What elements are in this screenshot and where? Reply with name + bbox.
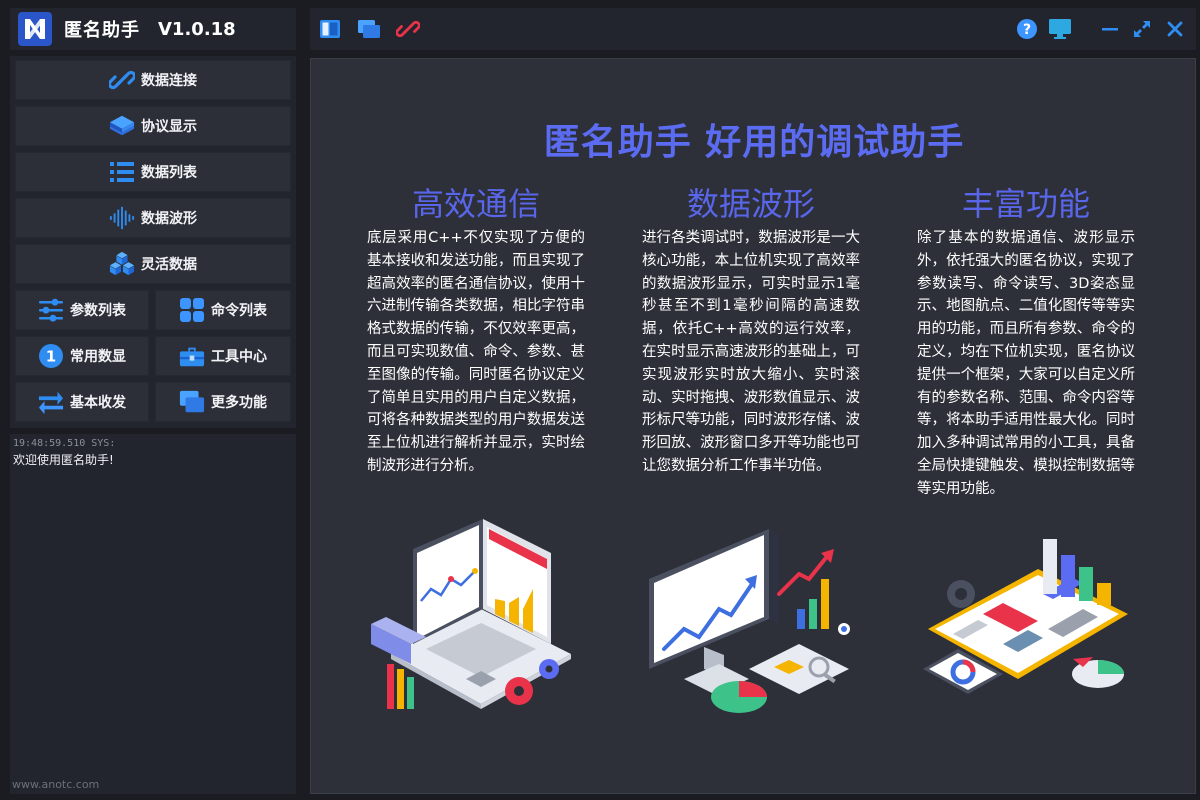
feature-column-waveform: 数据波形 进行各类调试时，数据波形是一大核心功能，本上位机实现了高效率的数据波形… xyxy=(642,179,860,478)
nav-param-list-label: 参数列表 xyxy=(70,303,126,319)
laptop-charts-illustration xyxy=(371,519,571,709)
nav-panel: 数据连接 协议显示 数据列表 数据波形 灵活数据 参数列表 命令列表 1 常用数… xyxy=(10,56,296,428)
link-icon[interactable] xyxy=(396,17,420,41)
swap-arrows-icon xyxy=(38,389,64,415)
nav-more-features-label: 更多功能 xyxy=(211,395,267,411)
cubes-icon xyxy=(109,251,135,277)
toolbar: ? xyxy=(310,8,1196,50)
watermark: www.anotc.com xyxy=(12,778,100,791)
hero-title: 匿名助手 好用的调试助手 xyxy=(543,122,965,163)
nav-more-features-button[interactable]: 更多功能 xyxy=(155,382,291,422)
nav-basic-transceive-label: 基本收发 xyxy=(70,395,126,411)
app-version: V1.0.18 xyxy=(158,18,236,40)
nav-data-list-label: 数据列表 xyxy=(141,165,197,181)
nav-param-list-button[interactable]: 参数列表 xyxy=(15,290,149,330)
sidebar: 匿名助手 V1.0.18 数据连接 协议显示 数据列表 数据波形 灵活数据 参数… xyxy=(0,0,300,800)
log-panel[interactable]: 19:48:59.510 SYS: 欢迎使用匿名助手! xyxy=(10,434,296,794)
feature-title: 丰富功能 xyxy=(961,185,1090,223)
nav-protocol-display-button[interactable]: 协议显示 xyxy=(15,106,291,146)
log-timestamp: 19:48:59.510 SYS: xyxy=(13,438,116,449)
anonymous-logo-icon xyxy=(18,12,52,46)
waveform-icon xyxy=(109,205,135,231)
nav-data-list-button[interactable]: 数据列表 xyxy=(15,152,291,192)
feature-description: 进行各类调试时，数据波形是一大核心功能，本上位机实现了高效率的数据波形显示，可实… xyxy=(642,230,860,474)
feature-description: 除了基本的数据通信、波形显示外，依托强大的匿名协议，实现了参数读写、命令读写、3… xyxy=(917,230,1135,497)
nav-tool-center-label: 工具中心 xyxy=(211,349,267,365)
nav-command-list-button[interactable]: 命令列表 xyxy=(155,290,291,330)
list-icon xyxy=(109,159,135,185)
windows-icon[interactable] xyxy=(357,17,381,41)
nav-command-list-label: 命令列表 xyxy=(211,303,267,319)
feature-description: 底层采用C++不仅实现了方便的基本接收和发送功能，而且实现了超高效率的匿名通信协… xyxy=(367,230,585,474)
nav-data-waveform-label: 数据波形 xyxy=(141,211,197,227)
nav-basic-transceive-button[interactable]: 基本收发 xyxy=(15,382,149,422)
close-icon[interactable] xyxy=(1163,17,1187,41)
dashboard-documents-illustration xyxy=(923,539,1128,694)
nav-flexible-data-button[interactable]: 灵活数据 xyxy=(15,244,291,284)
nav-data-connect-label: 数据连接 xyxy=(141,73,197,89)
nav-data-connect-button[interactable]: 数据连接 xyxy=(15,60,291,100)
monitor-growth-illustration xyxy=(649,529,850,713)
maximize-icon[interactable] xyxy=(1130,17,1154,41)
help-icon[interactable]: ? xyxy=(1015,17,1039,41)
toolbox-icon xyxy=(179,343,205,369)
app-title: 匿名助手 xyxy=(64,20,140,41)
feature-column-communication: 高效通信 底层采用C++不仅实现了方便的基本接收和发送功能，而且实现了超高效率的… xyxy=(367,179,585,478)
minimize-icon[interactable] xyxy=(1098,17,1122,41)
nav-data-waveform-button[interactable]: 数据波形 xyxy=(15,198,291,238)
nav-common-display-label: 常用数显 xyxy=(70,349,126,365)
monitor-icon[interactable] xyxy=(1048,17,1072,41)
feature-title: 数据波形 xyxy=(686,185,815,223)
feature-title: 高效通信 xyxy=(411,185,540,223)
stacked-windows-icon xyxy=(179,389,205,415)
welcome-panel: 匿名助手 好用的调试助手 高效通信 底层采用C++不仅实现了方便的基本接收和发送… xyxy=(310,58,1196,794)
nav-common-display-button[interactable]: 1 常用数显 xyxy=(15,336,149,376)
number-one-badge-text: 1 xyxy=(46,348,56,366)
feature-column-features: 丰富功能 除了基本的数据通信、波形显示外，依托强大的匿名协议，实现了参数读写、命… xyxy=(917,179,1135,501)
nav-flexible-data-label: 灵活数据 xyxy=(141,257,197,273)
logo-bar: 匿名助手 V1.0.18 xyxy=(10,8,296,50)
link-icon xyxy=(109,67,135,93)
layers-icon xyxy=(109,113,135,139)
log-message: 欢迎使用匿名助手! xyxy=(13,453,114,467)
number-one-icon: 1 xyxy=(38,343,64,369)
sliders-icon xyxy=(38,297,64,323)
nav-tool-center-button[interactable]: 工具中心 xyxy=(155,336,291,376)
panel-toggle-icon[interactable] xyxy=(318,17,342,41)
nav-protocol-display-label: 协议显示 xyxy=(141,119,197,135)
svg-text:?: ? xyxy=(1023,22,1031,38)
grid-icon xyxy=(179,297,205,323)
